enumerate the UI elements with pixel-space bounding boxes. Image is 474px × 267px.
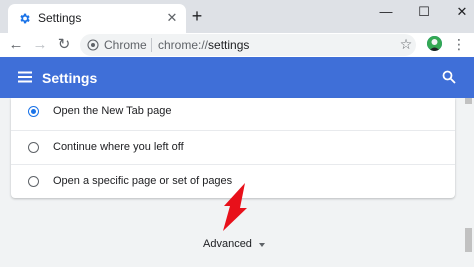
hamburger-menu-icon[interactable] (18, 70, 32, 84)
radio-button-selected[interactable] (28, 106, 39, 117)
chrome-menu-icon[interactable]: ⋮ (452, 36, 466, 52)
profile-avatar[interactable] (427, 36, 442, 51)
tab-close-icon[interactable]: ✕ (166, 11, 178, 24)
url-path: settings (208, 38, 250, 52)
radio-option-new-tab[interactable]: Open the New Tab page (11, 98, 455, 131)
option-label: Open a specific page or set of pages (53, 175, 233, 187)
radio-button[interactable] (28, 176, 39, 187)
bookmark-star-icon[interactable]: ☆ (398, 36, 414, 52)
tab-strip: Settings ✕ + — ☐ ✕ (0, 0, 474, 33)
tab-settings[interactable]: Settings ✕ (8, 4, 186, 33)
advanced-label: Advanced (203, 238, 252, 250)
url-text[interactable]: chrome://settings (158, 38, 249, 52)
red-arrow-annotation-icon (223, 183, 247, 231)
omnibox-divider (151, 38, 152, 52)
settings-title: Settings (42, 70, 98, 86)
close-window-button[interactable]: ✕ (452, 4, 472, 20)
radio-dot (30, 108, 36, 114)
url-scheme: chrome:// (158, 38, 209, 52)
radio-option-continue[interactable]: Continue where you left off (11, 130, 455, 163)
avatar-image (427, 36, 442, 51)
settings-header: Settings (0, 57, 474, 98)
chevron-down-icon (259, 243, 265, 247)
address-bar[interactable]: Chrome chrome://settings (80, 34, 416, 56)
back-button[interactable]: ← (8, 37, 24, 53)
search-icon[interactable] (442, 70, 456, 84)
tab-title: Settings (38, 11, 82, 25)
gear-icon (20, 13, 30, 24)
reload-button[interactable]: ↻ (56, 37, 72, 53)
maximize-button[interactable]: ☐ (414, 4, 434, 20)
page-scrollbar[interactable] (463, 98, 474, 267)
option-label: Open the New Tab page (53, 105, 172, 117)
forward-button[interactable]: → (32, 37, 48, 53)
radio-button[interactable] (28, 142, 39, 153)
site-chip: Chrome (104, 38, 147, 52)
new-tab-button[interactable]: + (189, 7, 205, 25)
minimize-button[interactable]: — (376, 4, 396, 20)
option-label: Continue where you left off (53, 141, 184, 153)
chrome-site-icon (87, 39, 99, 51)
scrollbar-top-marker (465, 98, 472, 104)
scrollbar-thumb[interactable] (465, 228, 472, 252)
advanced-toggle-button[interactable]: Advanced (194, 234, 274, 254)
